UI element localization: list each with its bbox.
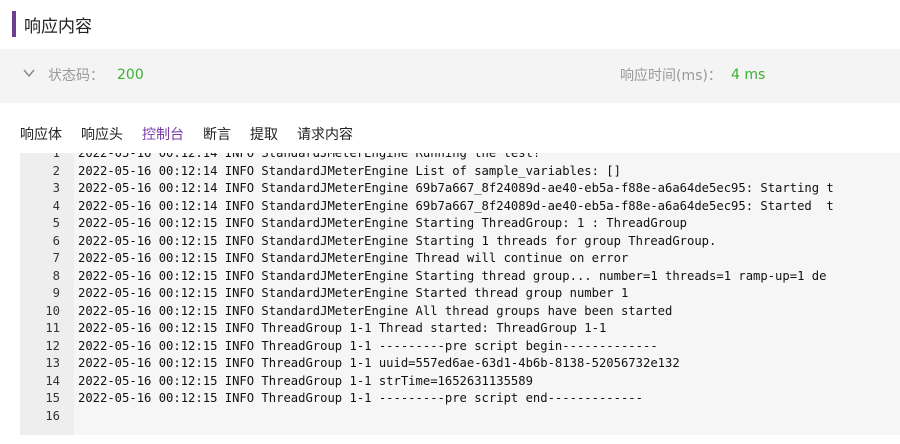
line-number: 6 <box>52 233 60 248</box>
line-text: 2022-05-16 00:12:15 INFO StandardJMeterE… <box>78 303 673 318</box>
console-line: 10 2022-05-16 00:12:15 INFO StandardJMete… <box>20 303 834 321</box>
line-number: 10 <box>45 303 60 318</box>
section-title-text: 响应内容 <box>24 16 92 37</box>
console-line: 1 2022-05-16 00:12:14 INFO StandardJMeter… <box>20 153 834 163</box>
chevron-down-icon[interactable] <box>22 66 36 80</box>
console-line: 2 2022-05-16 00:12:14 INFO StandardJMeter… <box>20 163 834 181</box>
section-title: 响应内容 <box>12 10 92 38</box>
console-line: 5 2022-05-16 00:12:15 INFO StandardJMeter… <box>20 215 834 233</box>
tab-response-body[interactable]: 响应体 <box>20 124 62 146</box>
line-text: 2022-05-16 00:12:15 INFO StandardJMeterE… <box>78 233 717 248</box>
line-text: 2022-05-16 00:12:15 INFO ThreadGroup 1-1… <box>78 391 643 405</box>
line-number: 1 <box>52 153 60 160</box>
line-number: 8 <box>52 268 60 283</box>
console-line: 8 2022-05-16 00:12:15 INFO StandardJMeter… <box>20 268 834 286</box>
console-line: 4 2022-05-16 00:12:14 INFO StandardJMeter… <box>20 198 834 216</box>
line-text: 2022-05-16 00:12:14 INFO StandardJMeterE… <box>78 181 834 195</box>
tab-console[interactable]: 控制台 <box>142 124 184 146</box>
line-number: 9 <box>52 286 60 300</box>
line-number: 4 <box>52 198 60 213</box>
line-text: 2022-05-16 00:12:15 INFO ThreadGroup 1-1… <box>78 321 607 335</box>
line-text: 2022-05-16 00:12:15 INFO StandardJMeterE… <box>78 286 629 300</box>
tab-request-content[interactable]: 请求内容 <box>297 124 353 146</box>
console-line: 7 2022-05-16 00:12:15 INFO StandardJMeter… <box>20 250 834 268</box>
line-number: 7 <box>52 251 60 265</box>
console-line: 12 2022-05-16 00:12:15 INFO ThreadGroup 1… <box>20 338 834 356</box>
section-accent-bar <box>12 11 16 37</box>
line-text: 2022-05-16 00:12:15 INFO ThreadGroup 1-1… <box>78 338 658 353</box>
console-line: 15 2022-05-16 00:12:15 INFO ThreadGroup 1… <box>20 390 834 408</box>
status-code-label: 状态码： <box>48 68 104 84</box>
console-line: 13 2022-05-16 00:12:15 INFO ThreadGroup 1… <box>20 355 834 373</box>
line-text: 2022-05-16 00:12:15 INFO ThreadGroup 1-1… <box>78 373 533 388</box>
line-text: 2022-05-16 00:12:14 INFO StandardJMeterE… <box>78 198 834 213</box>
line-text: 2022-05-16 00:12:15 INFO StandardJMeterE… <box>78 216 688 230</box>
console-lines: 1 2022-05-16 00:12:14 INFO StandardJMeter… <box>20 153 834 426</box>
status-code-value: 200 <box>117 67 144 83</box>
line-number: 5 <box>52 216 60 230</box>
console-line: 16 <box>20 408 834 426</box>
response-tabs: 响应体 响应头 控制台 断言 提取 请求内容 <box>20 124 372 146</box>
console-line: 14 2022-05-16 00:12:15 INFO ThreadGroup 1… <box>20 373 834 391</box>
console-output[interactable]: 1 2022-05-16 00:12:14 INFO StandardJMeter… <box>20 153 900 435</box>
console-line: 6 2022-05-16 00:12:15 INFO StandardJMeter… <box>20 233 834 251</box>
console-line: 3 2022-05-16 00:12:14 INFO StandardJMeter… <box>20 180 834 198</box>
line-text: 2022-05-16 00:12:14 INFO StandardJMeterE… <box>78 163 621 178</box>
console-line: 11 2022-05-16 00:12:15 INFO ThreadGroup 1… <box>20 320 834 338</box>
line-number: 12 <box>45 338 60 353</box>
line-text: 2022-05-16 00:12:15 INFO ThreadGroup 1-1… <box>78 356 680 370</box>
line-number: 13 <box>45 356 60 370</box>
tab-response-headers[interactable]: 响应头 <box>81 124 123 146</box>
line-text: 2022-05-16 00:12:15 INFO StandardJMeterE… <box>78 251 629 265</box>
line-text: 2022-05-16 00:12:15 INFO StandardJMeterE… <box>78 268 827 283</box>
line-number: 11 <box>45 321 60 335</box>
response-time-value: 4 ms <box>731 67 766 83</box>
line-text: 2022-05-16 00:12:14 INFO StandardJMeterE… <box>78 153 541 160</box>
response-time-label: 响应时间(ms)： <box>620 68 722 84</box>
line-number: 15 <box>45 391 60 405</box>
line-number: 16 <box>45 408 60 423</box>
tab-assertions[interactable]: 断言 <box>203 124 231 146</box>
line-number: 2 <box>52 163 60 178</box>
line-number: 3 <box>52 181 60 195</box>
status-panel: 状态码： 200 响应时间(ms)： 4 ms <box>0 49 900 103</box>
line-number: 14 <box>45 373 60 388</box>
console-line: 9 2022-05-16 00:12:15 INFO StandardJMeter… <box>20 285 834 303</box>
tab-extract[interactable]: 提取 <box>250 124 278 146</box>
